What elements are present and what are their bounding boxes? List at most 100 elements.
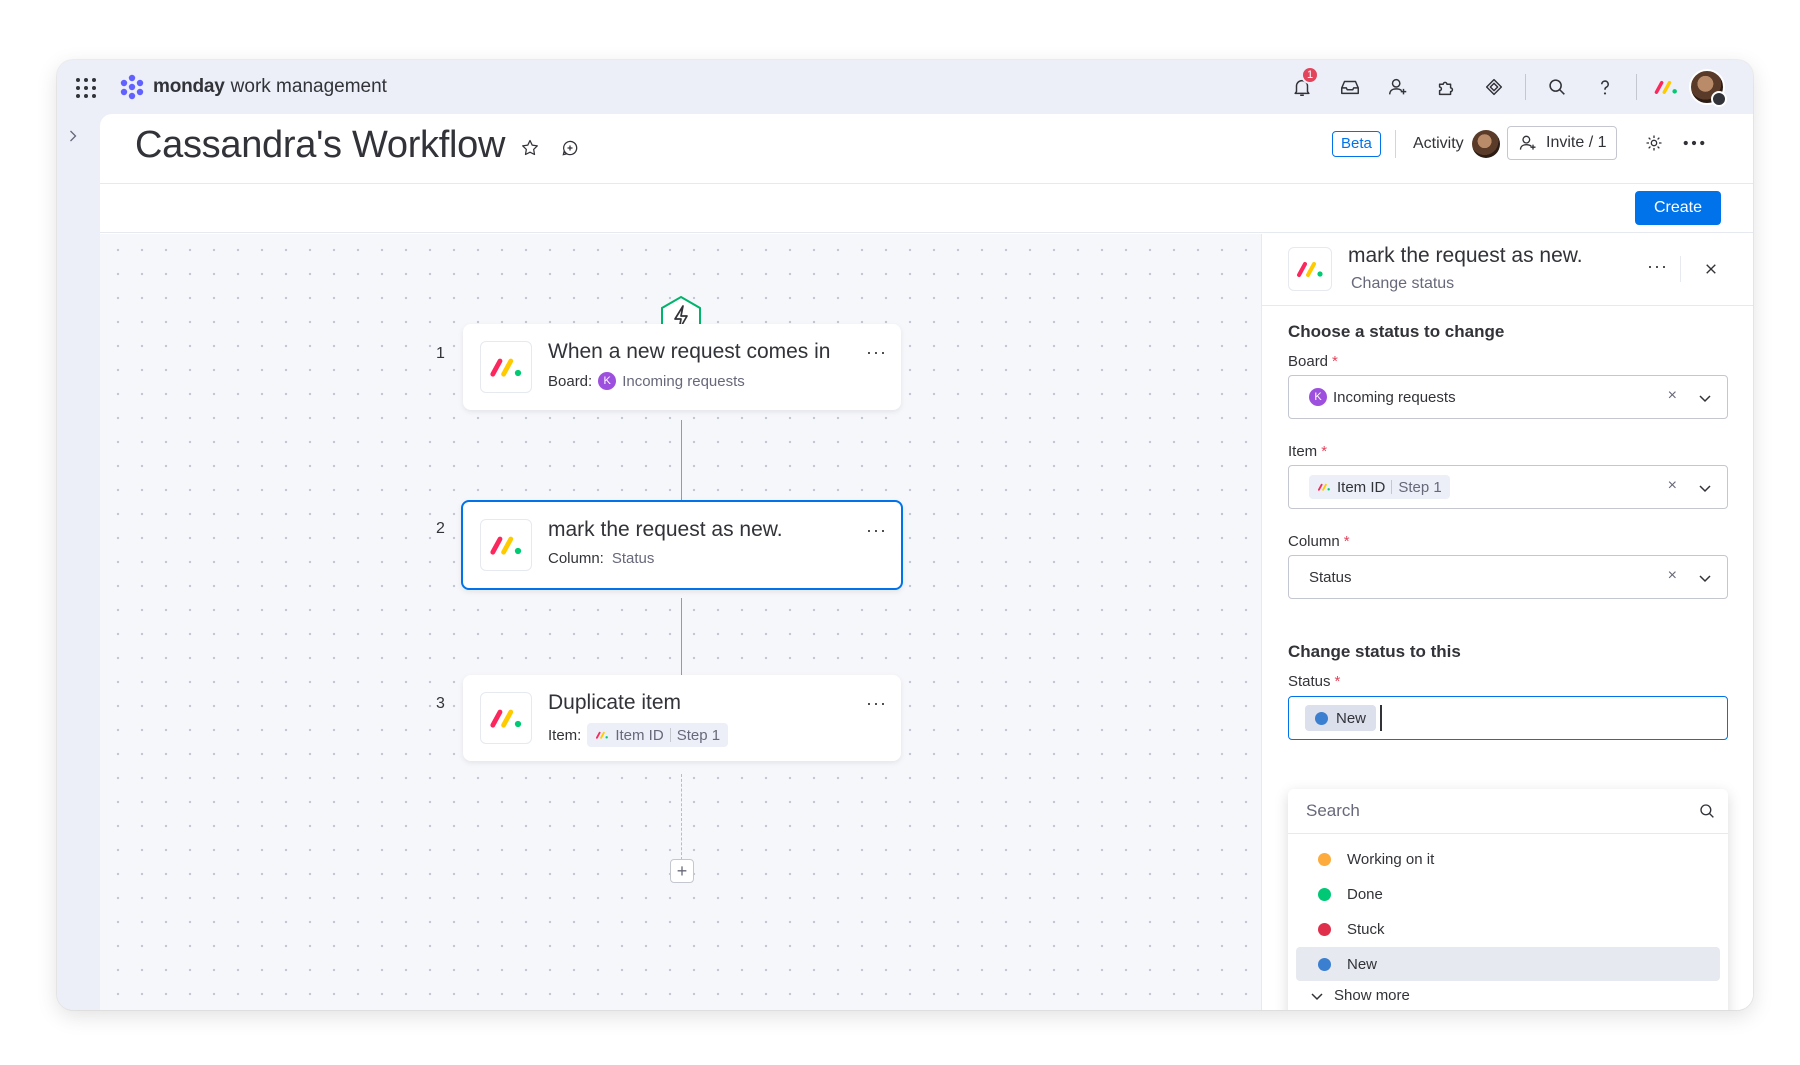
column-select[interactable]: Status ×: [1288, 555, 1728, 599]
panel-header: mark the request as new. Change status ·…: [1262, 234, 1753, 306]
step-number: 2: [436, 520, 445, 537]
invite-label: Invite / 1: [1546, 134, 1607, 151]
brand[interactable]: monday work management: [117, 72, 387, 102]
workspace-switcher-icon[interactable]: [1651, 72, 1681, 102]
toolbar: Create: [100, 185, 1753, 233]
show-more-label: Show more: [1334, 987, 1410, 1004]
top-divider: [1525, 74, 1526, 100]
step-sub-label: Item:: [548, 726, 582, 744]
status-color-dot: [1318, 887, 1331, 901]
step-more-icon[interactable]: ···: [866, 693, 887, 714]
main-content: Cassandra's Workflow Beta Activity Invit…: [100, 114, 1753, 1010]
status-option-label: Stuck: [1347, 920, 1385, 938]
status-input[interactable]: New: [1288, 696, 1728, 740]
panel-more-icon[interactable]: ···: [1647, 256, 1668, 277]
status-option-label: Done: [1347, 885, 1383, 903]
monday-app-icon: [1288, 247, 1332, 291]
item-id-chip: Item ID Step 1: [1309, 475, 1450, 499]
apps-grid-icon[interactable]: [75, 77, 97, 99]
left-rail: [57, 114, 87, 1010]
connector-line-3: [681, 774, 682, 860]
status-option-working-on-it[interactable]: Working on it: [1296, 842, 1720, 876]
beta-badge: Beta: [1332, 131, 1381, 157]
status-option-stuck[interactable]: Stuck: [1296, 912, 1720, 946]
invite-person-icon: [1519, 135, 1536, 150]
favorite-star-icon[interactable]: [518, 136, 542, 160]
marketplace-icon[interactable]: [1477, 70, 1511, 104]
column-field-label: Column *: [1288, 533, 1350, 550]
monday-app-icon: [480, 341, 532, 393]
status-color-dot: [1318, 957, 1331, 971]
workflow-canvas[interactable]: + 1 When a new request comes in Board: K…: [100, 234, 1261, 1010]
add-step-button[interactable]: +: [670, 859, 694, 883]
monday-mini-icon: [1317, 483, 1330, 491]
show-more-button[interactable]: Show more: [1310, 987, 1410, 1004]
step-title: mark the request as new.: [548, 518, 783, 541]
top-divider-2: [1636, 74, 1637, 100]
column-value: Status: [611, 550, 655, 567]
board-select-value: Incoming requests: [1333, 388, 1456, 406]
step-sub-label: Board:: [548, 372, 593, 390]
monday-app-icon: [480, 519, 532, 571]
chevron-down-icon[interactable]: [1697, 570, 1713, 586]
step-card-trigger[interactable]: When a new request comes in Board: K Inc…: [463, 324, 901, 410]
app-window: monday work management 1 Cassandra's Wor…: [57, 60, 1753, 1010]
status-color-dot: [1318, 852, 1331, 866]
step-more-icon[interactable]: ···: [866, 342, 887, 363]
invite-members-icon[interactable]: [1381, 70, 1415, 104]
page-header: Cassandra's Workflow Beta Activity Invit…: [100, 114, 1753, 184]
step-card-duplicate[interactable]: Duplicate item Item: Item ID Step 1 ···: [463, 675, 901, 761]
comment-icon[interactable]: [558, 136, 582, 160]
board-initial-badge: K: [598, 372, 617, 390]
search-placeholder: Search: [1306, 801, 1360, 820]
chevron-down-icon[interactable]: [1697, 390, 1713, 406]
step-card-change-status[interactable]: mark the request as new. Column: Status …: [461, 500, 903, 590]
connector-line-2: [681, 598, 682, 684]
notifications-bell-icon[interactable]: 1: [1285, 66, 1319, 104]
board-name: Incoming requests: [622, 372, 745, 390]
search-icon: [1700, 804, 1714, 818]
selected-status-chip[interactable]: New: [1305, 705, 1377, 731]
clear-icon[interactable]: ×: [1668, 567, 1677, 585]
board-field-label: Board *: [1288, 353, 1338, 370]
text-caret: [1380, 705, 1383, 731]
step-subtitle: Item: Item ID Step 1: [548, 723, 729, 747]
page-title: Cassandra's Workflow: [135, 124, 506, 166]
expand-sidebar-chevron-icon[interactable]: [63, 124, 83, 148]
step-title: When a new request comes in: [548, 340, 831, 363]
panel-subtitle: Change status: [1351, 275, 1455, 292]
step-settings-panel: mark the request as new. Change status ·…: [1261, 234, 1753, 1010]
status-option-label: Working on it: [1347, 850, 1435, 868]
dropdown-search-input[interactable]: Search: [1288, 789, 1728, 834]
user-status-icon: [1711, 91, 1727, 107]
item-field-label: Item *: [1288, 443, 1328, 460]
clear-icon[interactable]: ×: [1668, 387, 1677, 405]
status-field-label: Status *: [1288, 673, 1341, 690]
monday-logo-icon: [120, 74, 144, 100]
close-icon[interactable]: [1698, 256, 1724, 282]
search-icon[interactable]: [1540, 70, 1574, 104]
help-icon[interactable]: [1588, 70, 1622, 104]
chevron-down-icon: [1311, 992, 1323, 1000]
section-title-change-status: Change status to this: [1288, 642, 1461, 661]
invite-button[interactable]: Invite / 1: [1507, 126, 1618, 160]
item-select[interactable]: Item ID Step 1 ×: [1288, 465, 1728, 509]
monday-mini-icon: [596, 731, 609, 739]
header-divider: [1395, 130, 1396, 158]
more-options-icon[interactable]: [1679, 130, 1709, 156]
notification-count-badge: 1: [1301, 66, 1319, 84]
inbox-icon[interactable]: [1333, 70, 1367, 104]
step-more-icon[interactable]: ···: [866, 520, 887, 541]
settings-gear-icon[interactable]: [1641, 130, 1667, 156]
status-option-done[interactable]: Done: [1296, 877, 1720, 911]
create-button[interactable]: Create: [1635, 191, 1721, 225]
status-option-new[interactable]: New: [1296, 947, 1720, 981]
chip-main-label: Item ID: [615, 726, 664, 744]
item-id-chip: Item ID Step 1: [587, 723, 729, 747]
activity-button[interactable]: Activity: [1413, 130, 1500, 158]
user-avatar[interactable]: [1689, 69, 1727, 107]
board-select[interactable]: K Incoming requests ×: [1288, 375, 1728, 419]
chevron-down-icon[interactable]: [1697, 480, 1713, 496]
integrations-puzzle-icon[interactable]: [1429, 70, 1463, 104]
clear-icon[interactable]: ×: [1668, 477, 1677, 495]
